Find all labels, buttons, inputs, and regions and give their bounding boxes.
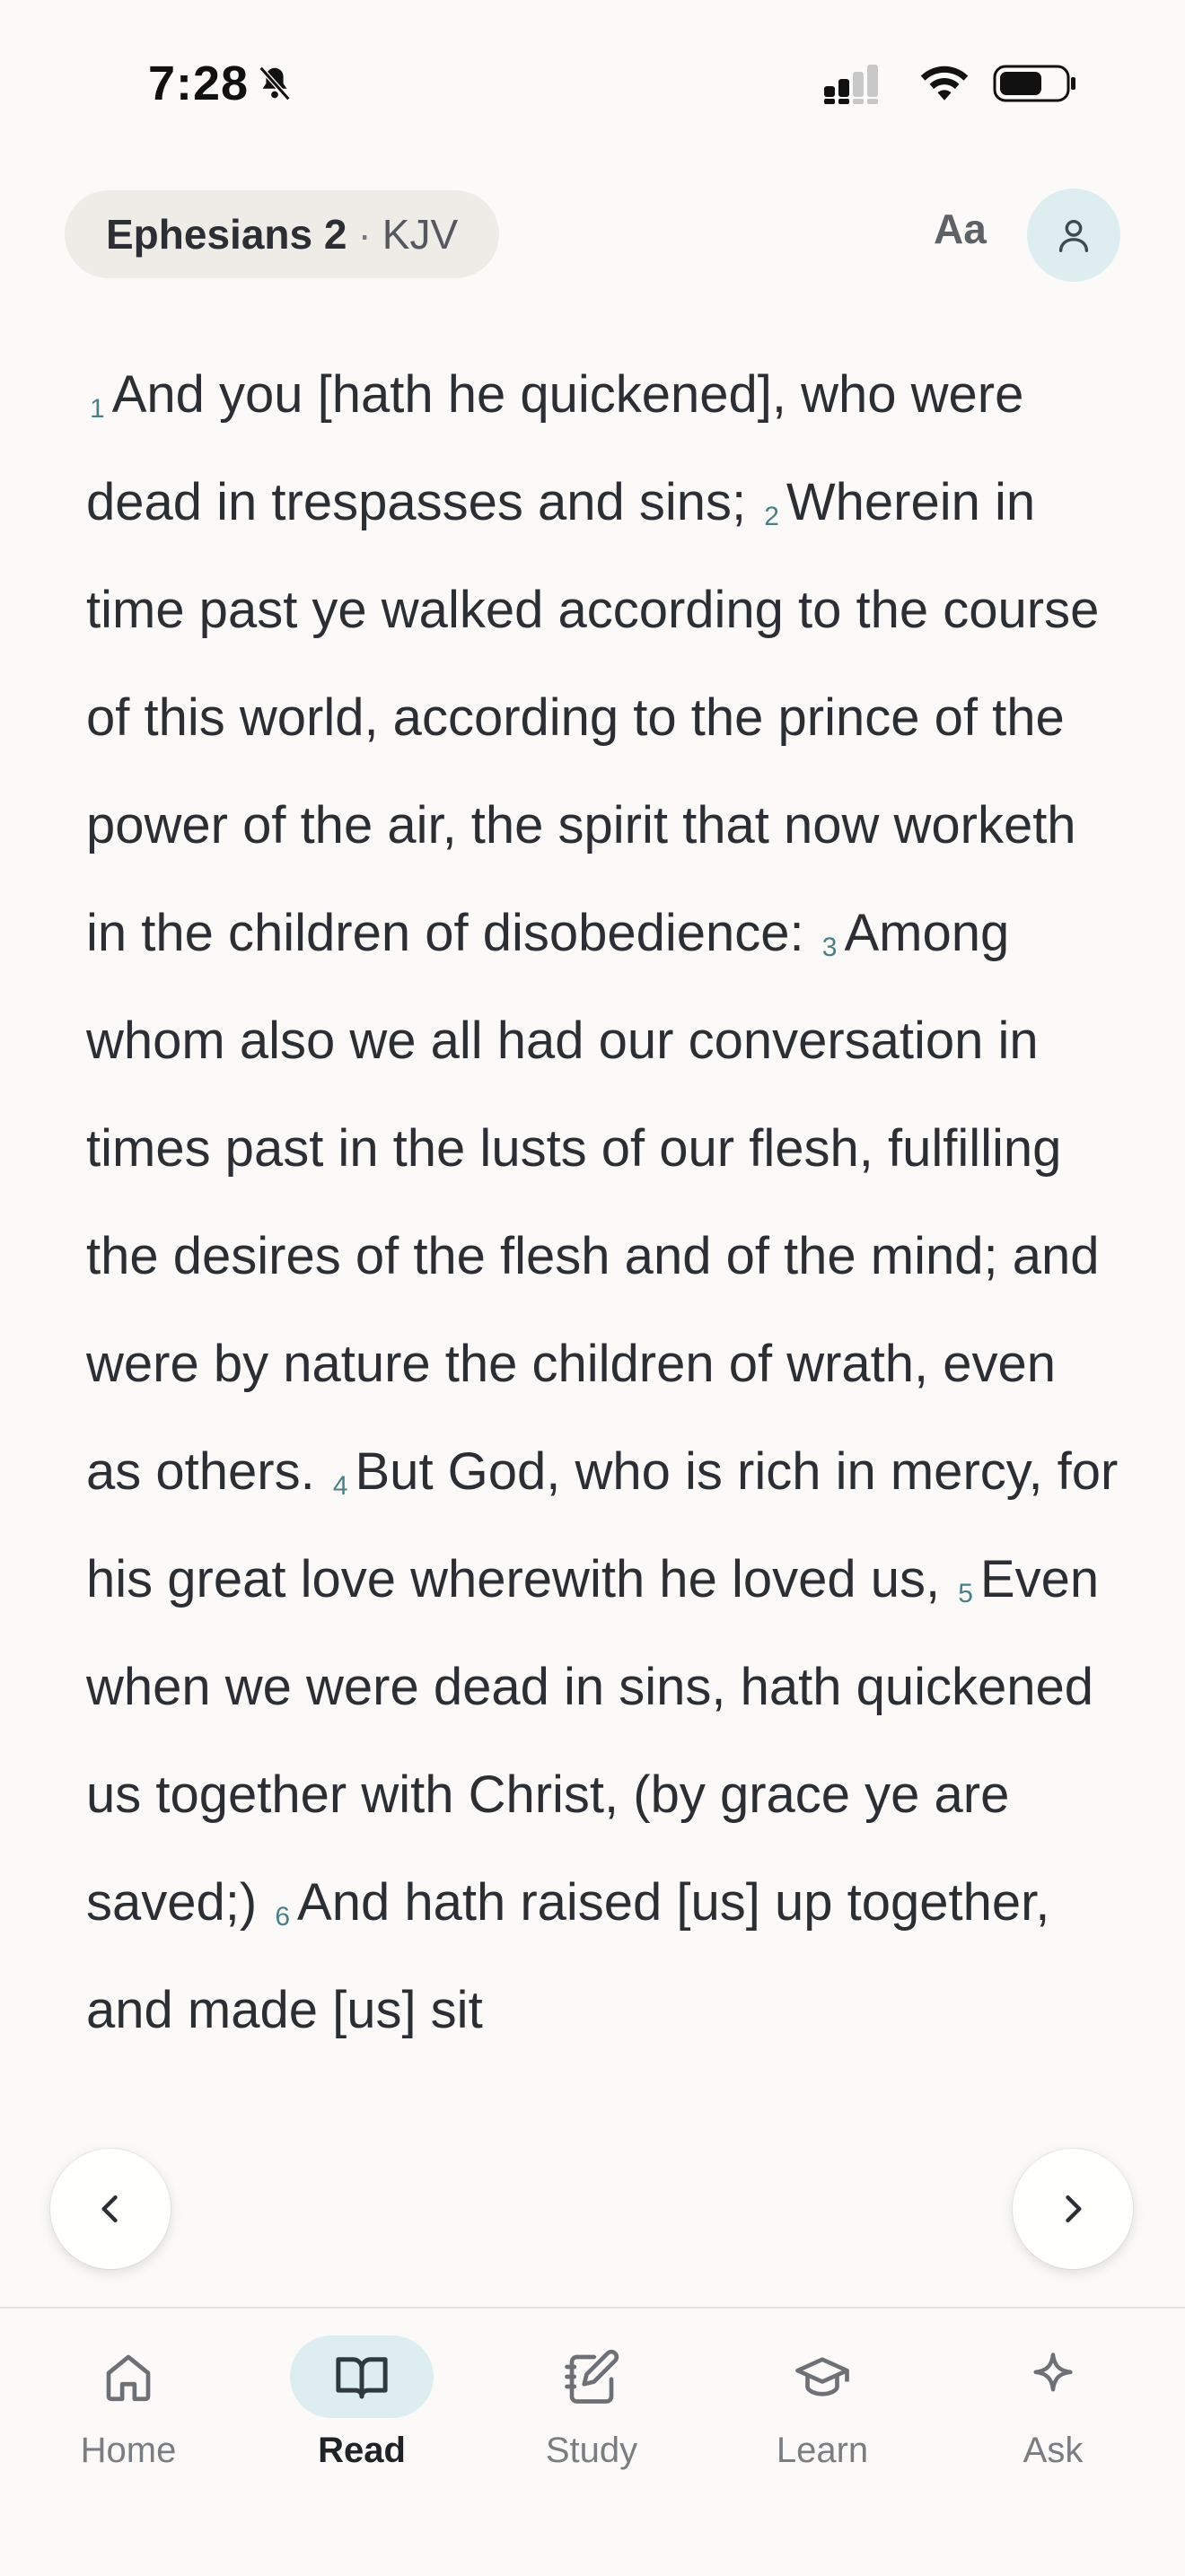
verse-number: 6 [275,1902,291,1932]
tab-learn[interactable]: Learn [724,2335,921,2471]
battery-icon [993,65,1075,102]
font-size-button[interactable]: Aa [934,205,987,253]
book-chapter-selector[interactable]: Ephesians 2 · KJV [65,190,500,278]
chevron-right-icon [1066,2195,1082,2223]
tab-label: Ask [1023,2431,1084,2470]
tab-home[interactable]: Home [30,2335,227,2471]
user-icon [1058,219,1089,252]
notebook-pen-icon [565,2349,619,2404]
chapter-text: 1 And you [hath he quickened], who were d… [86,341,1119,2298]
verse-3[interactable]: 3 Among whom also we all had our conversa… [86,904,1100,1501]
book-chapter-label: Ephesians 2 [106,211,347,258]
tab-label: Read [318,2431,406,2470]
tab-icon-container [290,2335,434,2418]
verse-text: Among whom also we all had our conversat… [86,904,1100,1501]
bible-version-label: KJV [382,211,459,258]
wifi-icon [920,66,969,101]
profile-button[interactable] [1027,188,1120,282]
previous-chapter-button[interactable] [50,2149,171,2269]
tab-icon-container [981,2335,1125,2418]
tab-ask[interactable]: Ask [954,2335,1152,2471]
tab-label: Home [80,2431,177,2470]
tab-icon-container [57,2335,200,2418]
verse-number: 4 [332,1471,348,1501]
status-indicators [824,63,1077,104]
tab-label: Study [545,2431,638,2470]
sparkle-icon [1033,2353,1073,2392]
bell-slash-icon [259,66,291,101]
tab-icon-container [520,2335,663,2418]
tab-read[interactable]: Read [263,2335,461,2471]
verse-number: 2 [764,502,779,531]
clock-text: 7:28 [148,57,250,110]
separator-dot: · [357,211,372,258]
verse-number: 5 [958,1579,973,1608]
status-bar: 7:28 [0,0,1185,171]
tab-label: Learn [776,2431,869,2470]
verse-text: Wherein in time past ye walked according… [86,473,1100,962]
bottom-tab-bar: Home Read Study Learn Ask [0,2307,1185,2576]
tab-icon-container [750,2335,894,2418]
chevron-left-icon [101,2195,118,2223]
verse-2[interactable]: 2 Wherein in time past ye walked accordin… [86,473,1099,962]
next-chapter-button[interactable] [1013,2149,1133,2269]
verse-number: 1 [90,394,105,424]
graduation-cap-icon [795,2357,849,2396]
home-icon [106,2354,151,2402]
status-time: 7:28 [148,56,295,111]
cellular-signal-icon [824,65,878,104]
tab-study[interactable]: Study [493,2335,690,2471]
book-icon [336,2357,388,2399]
verse-number: 3 [821,933,838,962]
